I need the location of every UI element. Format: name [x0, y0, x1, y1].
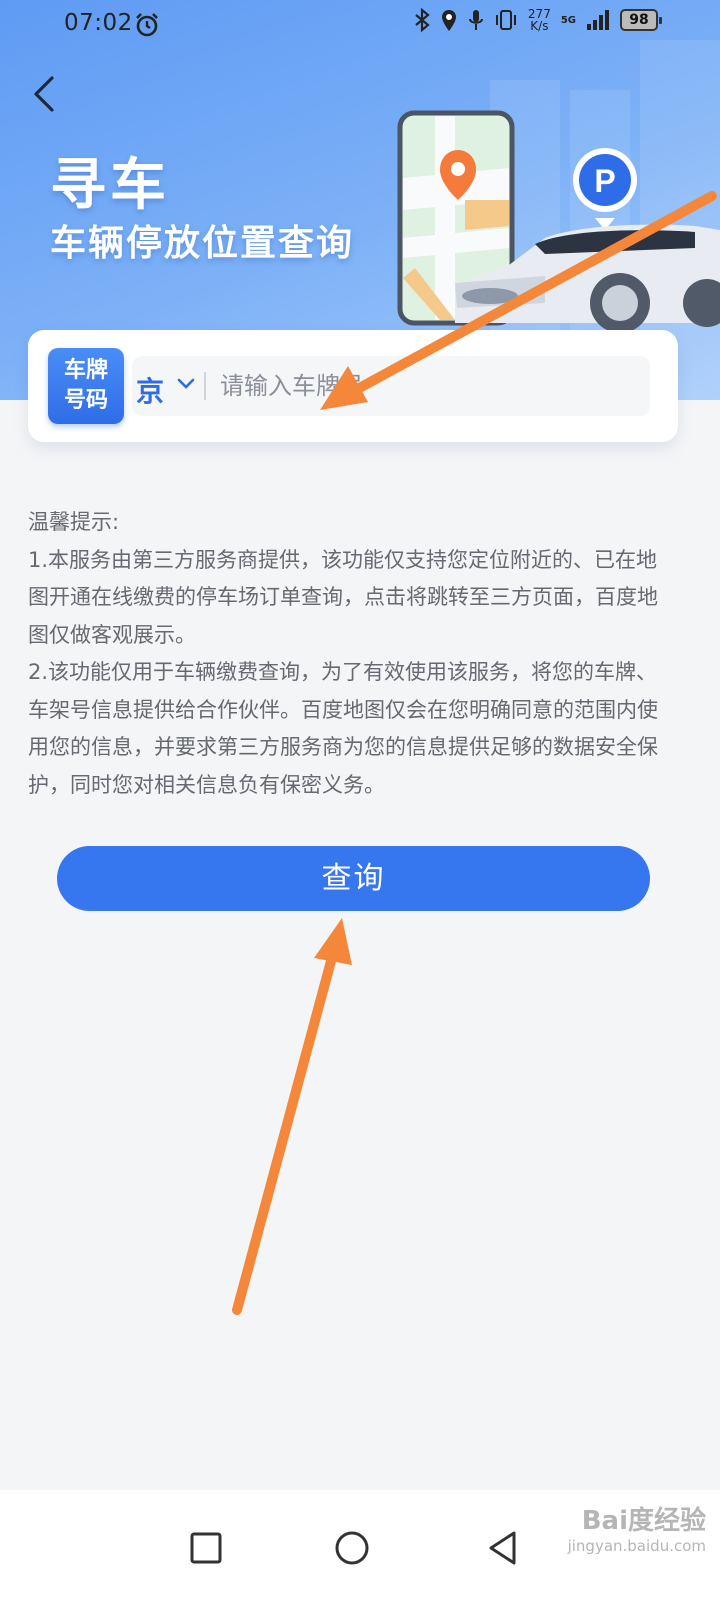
plate-number-input[interactable]: [220, 364, 630, 408]
recent-apps-icon[interactable]: [176, 1518, 236, 1578]
signal-icon: [587, 10, 609, 30]
plate-search-card: 车牌 号码 京: [28, 330, 678, 442]
back-arrow-icon[interactable]: [22, 66, 72, 122]
parking-illustration: P: [397, 110, 720, 333]
alarm-icon: [136, 13, 158, 37]
plate-number-badge: 车牌 号码: [48, 348, 124, 424]
status-time: 07:02: [64, 10, 133, 36]
plate-input-container: 京: [132, 356, 650, 416]
network-speed: 277 K/s: [528, 8, 551, 32]
svg-text:P: P: [594, 163, 615, 199]
bluetooth-icon: [415, 8, 430, 32]
query-button[interactable]: 查询: [57, 846, 650, 911]
notice-section: 温馨提示: 1.本服务由第三方服务商提供，该功能仅支持您定位附近的、已在地图开通…: [28, 504, 668, 804]
watermark-brand: Bai度经验: [581, 1506, 706, 1536]
province-selector[interactable]: 京: [136, 370, 164, 410]
network-speed-unit: K/s: [530, 19, 549, 33]
page-title: 寻车: [50, 153, 170, 218]
status-bar: 07:02 277 K/s 5G 98: [0, 0, 720, 52]
nav-back-icon[interactable]: [474, 1518, 534, 1578]
notice-item-2: 2.该功能仅用于车辆缴费查询，为了有效使用该服务，将您的车牌、车架号信息提供给合…: [28, 660, 658, 797]
chevron-down-icon[interactable]: [176, 376, 196, 392]
watermark-url: jingyan.baidu.com: [567, 1537, 706, 1555]
plate-badge-line2: 号码: [63, 388, 108, 413]
network-type: 5G: [560, 14, 576, 26]
baidu-watermark: Bai度经验 jingyan.baidu.com: [568, 1500, 706, 1555]
home-icon[interactable]: [322, 1518, 382, 1578]
notice-heading: 温馨提示:: [28, 510, 120, 534]
vibrate-icon: [495, 10, 516, 30]
annotation-arrow-to-button: [232, 918, 352, 1315]
page-subtitle: 车辆停放位置查询: [50, 223, 355, 264]
battery-icon: 98: [620, 9, 662, 31]
location-icon: [441, 10, 456, 31]
notice-item-1: 1.本服务由第三方服务商提供，该功能仅支持您定位附近的、已在地图开通在线缴费的停…: [28, 547, 658, 647]
mic-icon: [468, 10, 483, 30]
input-divider: [204, 372, 206, 400]
plate-badge-line1: 车牌: [63, 358, 108, 383]
